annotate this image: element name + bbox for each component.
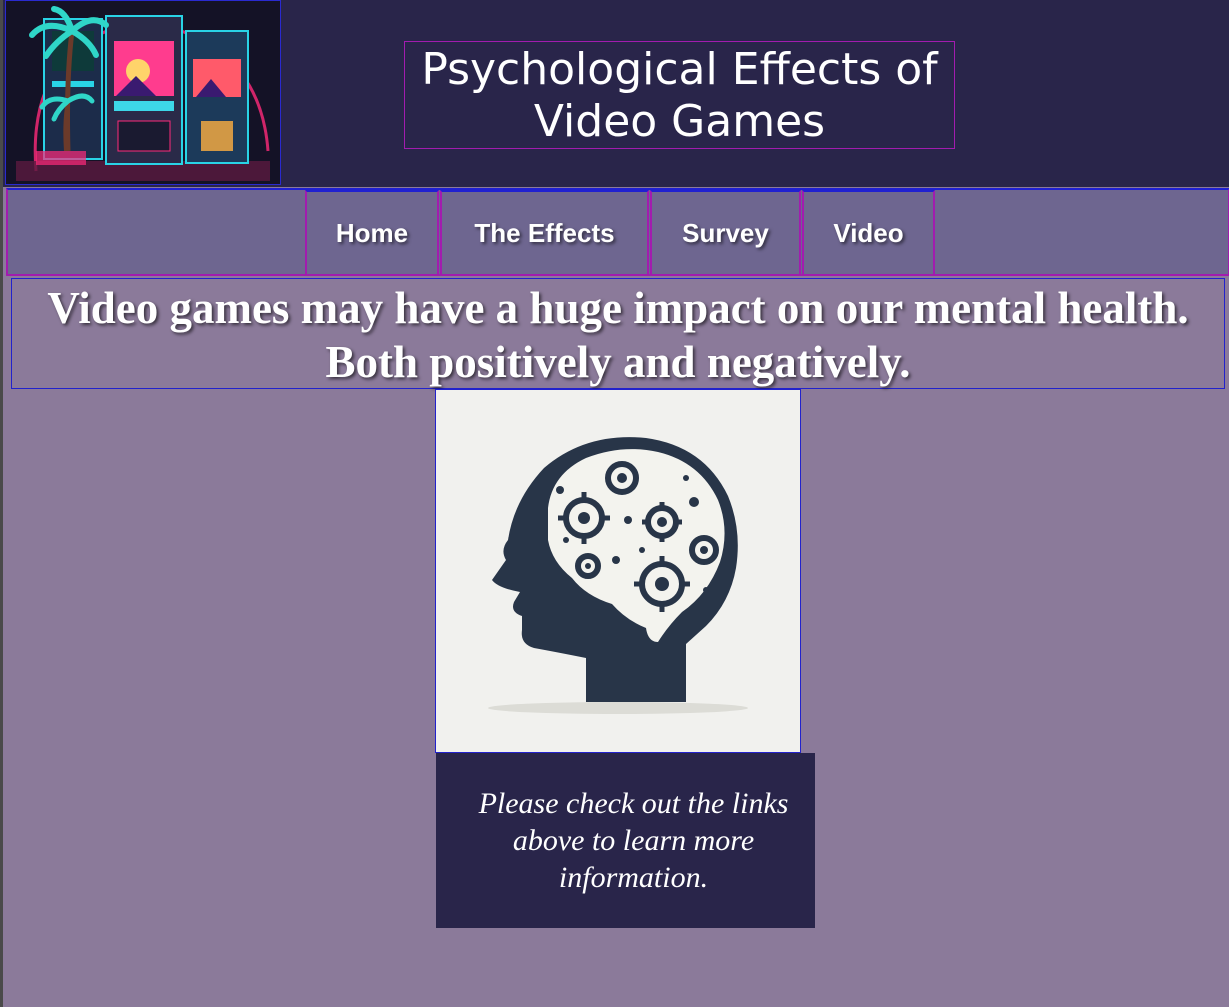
nav-link-survey[interactable]: Survey <box>650 190 801 276</box>
main-navigation: Home The Effects Survey Video <box>6 188 1229 276</box>
arcade-logo-image <box>5 0 281 185</box>
site-header: Psychological Effects of Video Games <box>3 0 1229 187</box>
brain-gears-image <box>435 389 801 753</box>
page-title: Psychological Effects of Video Games <box>404 41 955 149</box>
nav-link-video[interactable]: Video <box>802 190 935 276</box>
nav-link-home[interactable]: Home <box>305 190 439 276</box>
headline-banner: Video games may have a huge impact on ou… <box>11 278 1225 389</box>
brain-gears-head-icon <box>436 390 800 752</box>
nav-link-the-effects[interactable]: The Effects <box>440 190 649 276</box>
arcade-cabinets-icon <box>6 1 280 184</box>
info-callout: Please check out the links above to lear… <box>436 753 815 928</box>
